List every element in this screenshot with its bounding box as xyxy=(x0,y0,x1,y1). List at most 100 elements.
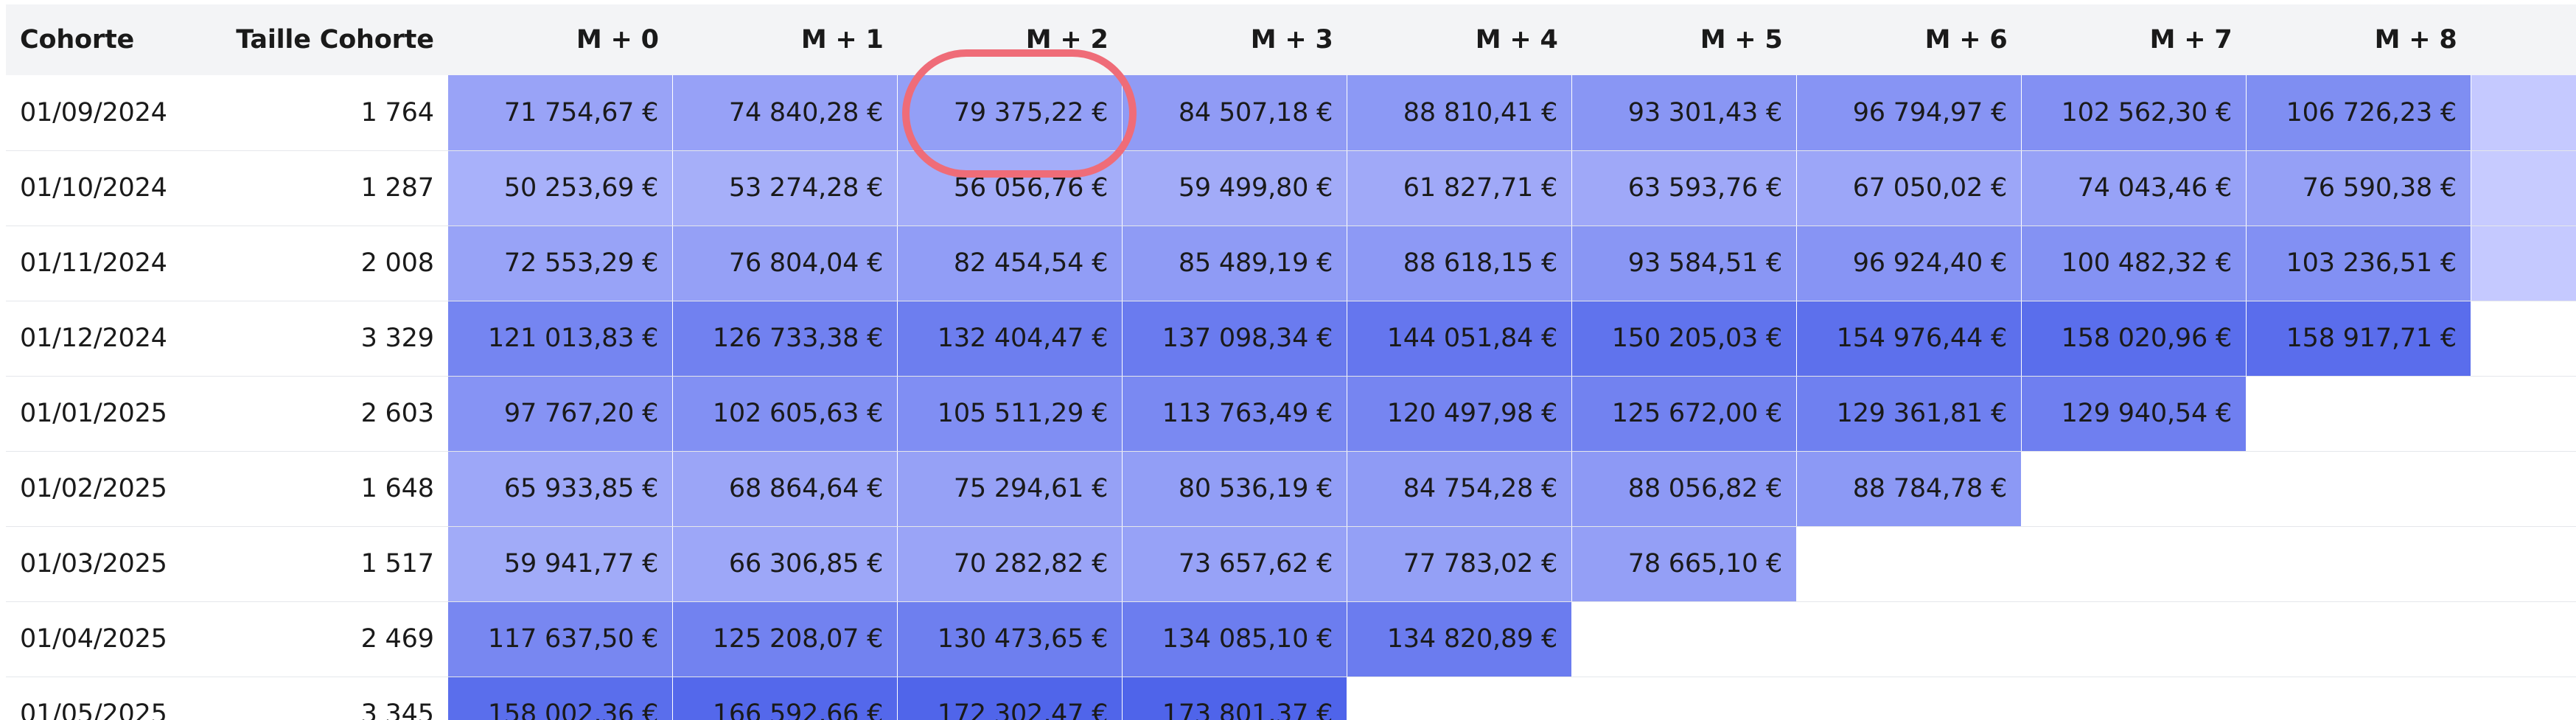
empty-cell xyxy=(2246,677,2471,720)
table-body: 01/09/2024 1 764 71 754,67 €74 840,28 €79 … xyxy=(6,75,2576,720)
revenue-cell: 61 827,71 € xyxy=(1347,150,1573,226)
table-row: 01/12/2024 3 329 121 013,83 €126 733,38 €1… xyxy=(6,301,2576,377)
revenue-cell: 88 784,78 € xyxy=(1796,451,2022,527)
revenue-cell: 96 794,97 € xyxy=(1796,75,2022,151)
revenue-cell: 126 733,38 € xyxy=(672,301,898,377)
revenue-cell: 106 726,23 € xyxy=(2246,75,2471,151)
revenue-cell: 158 002,36 € xyxy=(447,677,674,720)
revenue-cell: 88 618,15 € xyxy=(1347,226,1573,301)
revenue-cell: 78 38 xyxy=(2471,150,2576,226)
revenue-cell: 78 665,10 € xyxy=(1571,526,1798,602)
revenue-cell: 125 672,00 € xyxy=(1571,376,1798,452)
revenue-cell: 125 208,07 € xyxy=(672,601,898,677)
empty-cell xyxy=(1796,677,2022,720)
revenue-cell: 65 933,85 € xyxy=(447,451,674,527)
revenue-cell: 96 924,40 € xyxy=(1796,226,2022,301)
header-row: Cohorte Taille Cohorte M + 0M + 1M + 2M + … xyxy=(6,4,2576,75)
empty-cell xyxy=(1347,677,1572,720)
revenue-cell: 97 767,20 € xyxy=(447,376,674,452)
table-row: 01/01/2025 2 603 97 767,20 €102 605,63 €10… xyxy=(6,376,2576,452)
column-header[interactable]: M + 8 xyxy=(2246,4,2471,75)
revenue-cell: 73 657,62 € xyxy=(1122,526,1348,602)
revenue-cell: 173 801,37 € xyxy=(1122,677,1348,720)
column-header[interactable]: M + 6 xyxy=(1796,4,2022,75)
revenue-cell: 132 404,47 € xyxy=(897,301,1123,377)
empty-cell xyxy=(2471,376,2576,452)
column-header[interactable]: M + 3 xyxy=(1122,4,1347,75)
revenue-cell: 82 454,54 € xyxy=(897,226,1123,301)
table-header: Cohorte Taille Cohorte M + 0M + 1M + 2M + … xyxy=(6,4,2576,75)
empty-cell xyxy=(2246,376,2471,452)
table-row: 01/04/2025 2 469 117 637,50 €125 208,07 €1… xyxy=(6,601,2576,677)
revenue-cell: 129 361,81 € xyxy=(1796,376,2022,452)
revenue-cell: 53 274,28 € xyxy=(672,150,898,226)
cohort-date-cell: 01/03/2025 xyxy=(6,526,201,602)
revenue-cell: 70 282,82 € xyxy=(897,526,1123,602)
revenue-cell: 71 754,67 € xyxy=(447,75,674,151)
cohort-size-cell: 1 287 xyxy=(200,150,448,226)
table-row: 01/05/2025 3 345 158 002,36 €166 592,66 €1… xyxy=(6,677,2576,720)
revenue-cell: 102 605,63 € xyxy=(672,376,898,452)
revenue-cell: 121 013,83 € xyxy=(447,301,674,377)
revenue-cell: 50 253,69 € xyxy=(447,150,674,226)
column-header[interactable]: M + 1 xyxy=(672,4,898,75)
cohort-size-cell: 1 517 xyxy=(200,526,448,602)
cohort-size-cell: 1 648 xyxy=(200,451,448,527)
cohort-size-cell: 2 008 xyxy=(200,226,448,301)
cohort-table-viewport: Cohorte Taille Cohorte M + 0M + 1M + 2M + … xyxy=(0,0,2576,720)
revenue-cell: 117 637,50 € xyxy=(447,601,674,677)
empty-cell xyxy=(2021,451,2247,527)
cohort-date-cell: 01/11/2024 xyxy=(6,226,201,301)
empty-cell xyxy=(2246,601,2471,677)
cohort-size-cell: 2 603 xyxy=(200,376,448,452)
revenue-cell: 166 592,66 € xyxy=(672,677,898,720)
column-header[interactable]: M + 2 xyxy=(897,4,1123,75)
empty-cell xyxy=(1571,677,1797,720)
revenue-cell: 66 306,85 € xyxy=(672,526,898,602)
empty-cell xyxy=(2021,526,2247,602)
revenue-cell: 103 34 xyxy=(2471,226,2576,301)
column-header[interactable]: M + 7 xyxy=(2021,4,2247,75)
revenue-cell: 105 511,29 € xyxy=(897,376,1123,452)
column-header[interactable]: M + 9 xyxy=(2471,4,2576,75)
revenue-cell: 88 056,82 € xyxy=(1571,451,1798,527)
column-header[interactable]: Cohorte xyxy=(6,4,201,75)
cohort-date-cell: 01/09/2024 xyxy=(6,75,201,151)
revenue-cell: 120 497,98 € xyxy=(1347,376,1573,452)
revenue-cell: 129 940,54 € xyxy=(2021,376,2247,452)
revenue-cell: 88 810,41 € xyxy=(1347,75,1573,151)
revenue-cell: 74 840,28 € xyxy=(672,75,898,151)
empty-cell xyxy=(2246,451,2471,527)
column-header[interactable]: M + 5 xyxy=(1571,4,1797,75)
cohort-size-cell: 3 345 xyxy=(200,677,448,720)
column-header[interactable]: Taille Cohorte xyxy=(200,4,448,75)
empty-cell xyxy=(1796,601,2022,677)
revenue-cell: 134 085,10 € xyxy=(1122,601,1348,677)
empty-cell xyxy=(1571,601,1797,677)
revenue-cell: 85 489,19 € xyxy=(1122,226,1348,301)
revenue-cell: 158 020,96 € xyxy=(2021,301,2247,377)
revenue-cell: 77 783,02 € xyxy=(1347,526,1573,602)
empty-cell xyxy=(2471,451,2576,527)
empty-cell xyxy=(1796,526,2022,602)
revenue-cell: 93 301,43 € xyxy=(1571,75,1798,151)
table-row: 01/02/2025 1 648 65 933,85 €68 864,64 €75 … xyxy=(6,451,2576,527)
table-row: 01/10/2024 1 287 50 253,69 €53 274,28 €56 … xyxy=(6,150,2576,226)
cohort-size-cell: 1 764 xyxy=(200,75,448,151)
revenue-cell: 158 917,71 € xyxy=(2246,301,2471,377)
revenue-cell: 56 056,76 € xyxy=(897,150,1123,226)
revenue-cell: 93 584,51 € xyxy=(1571,226,1798,301)
table-row: 01/03/2025 1 517 59 941,77 €66 306,85 €70 … xyxy=(6,526,2576,602)
empty-cell xyxy=(2471,301,2576,377)
column-header[interactable]: M + 4 xyxy=(1347,4,1572,75)
revenue-cell: 154 976,44 € xyxy=(1796,301,2022,377)
table-row: 01/09/2024 1 764 71 754,67 €74 840,28 €79 … xyxy=(6,75,2576,151)
revenue-cell: 75 294,61 € xyxy=(897,451,1123,527)
cohort-date-cell: 01/12/2024 xyxy=(6,301,201,377)
column-header[interactable]: M + 0 xyxy=(447,4,673,75)
table-row: 01/11/2024 2 008 72 553,29 €76 804,04 €82 … xyxy=(6,226,2576,301)
cohort-date-cell: 01/02/2025 xyxy=(6,451,201,527)
empty-cell xyxy=(2471,601,2576,677)
revenue-cell: 102 562,30 € xyxy=(2021,75,2247,151)
revenue-cell: 84 754,28 € xyxy=(1347,451,1573,527)
